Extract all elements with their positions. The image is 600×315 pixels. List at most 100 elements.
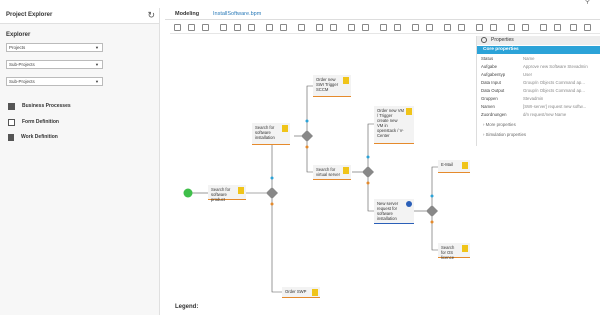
- print-icon[interactable]: [522, 24, 529, 31]
- task-order-vm[interactable]: Order new VM / Trigger create new VM in …: [374, 106, 414, 144]
- projects-select[interactable]: Projects ▼: [6, 43, 103, 52]
- property-row[interactable]: Aufgabe Approve new Software Stevadmin: [477, 63, 600, 71]
- task-search-os-licence[interactable]: Search for OS licence: [438, 243, 470, 260]
- save-icon[interactable]: [508, 24, 515, 31]
- fullscreen-icon[interactable]: [554, 24, 561, 31]
- task-label: New server request for software installa…: [377, 201, 399, 221]
- gateway-1[interactable]: [266, 187, 278, 199]
- project-explorer-panel: Project Explorer ↻ Explorer Projects ▼ S…: [0, 8, 160, 315]
- layout-icon[interactable]: [412, 24, 419, 31]
- document-icon: [343, 167, 349, 174]
- property-key: Status: [481, 56, 494, 61]
- property-key: Zuordnungen: [481, 112, 507, 117]
- property-value: [SWI-server] request new softw...: [523, 104, 587, 109]
- document-icon: [462, 162, 468, 169]
- subprojects-select-1[interactable]: Sub-Projects ▼: [6, 60, 103, 69]
- pan-tool-icon[interactable]: [188, 24, 195, 31]
- gateway-2[interactable]: [301, 130, 313, 142]
- document-icon: [238, 187, 244, 194]
- align-icon[interactable]: [316, 24, 323, 31]
- property-row[interactable]: Gruppen Stevadmin: [477, 95, 600, 103]
- delete-icon[interactable]: [298, 24, 305, 31]
- cut-icon[interactable]: [220, 24, 227, 31]
- more-properties-label: More properties: [485, 122, 516, 127]
- start-event[interactable]: [183, 188, 193, 198]
- task-search-installation[interactable]: Search for software installation: [252, 123, 290, 145]
- distribute-icon[interactable]: [330, 24, 337, 31]
- property-key: Aufgabe: [481, 64, 498, 69]
- redo-icon[interactable]: [280, 24, 287, 31]
- nav-label: Form Definition: [22, 119, 59, 125]
- form-icon: [8, 118, 15, 126]
- document-icon: [343, 77, 349, 84]
- group-icon[interactable]: [348, 24, 355, 31]
- copy-icon[interactable]: [234, 24, 241, 31]
- simulate-icon[interactable]: [490, 24, 497, 31]
- undo-icon[interactable]: [266, 24, 273, 31]
- nav-business-processes[interactable]: Business Processes: [8, 101, 71, 111]
- properties-header[interactable]: Properties: [477, 36, 600, 45]
- nav-work-definition[interactable]: Work Definition: [8, 132, 58, 142]
- nav-form-definition[interactable]: Form Definition: [8, 117, 59, 127]
- property-row[interactable]: Data Input Group/n Objects Command ap...: [477, 79, 600, 87]
- validate-icon[interactable]: [476, 24, 483, 31]
- document-icon: [8, 133, 14, 141]
- panel-header: Project Explorer ↻: [0, 8, 159, 24]
- tab-modeling[interactable]: Modeling: [175, 11, 199, 17]
- task-label: Search for software product: [211, 187, 231, 202]
- property-value: Approve new Software Stevadmin: [523, 64, 588, 69]
- task-order-swp[interactable]: Order SWP: [282, 287, 320, 298]
- simulation-properties-label: Simulation properties: [485, 132, 526, 137]
- select-value: Sub-Projects: [9, 79, 35, 84]
- property-value: Stevadmin: [523, 96, 544, 101]
- property-value: Name: [523, 56, 535, 61]
- paste-icon[interactable]: [248, 24, 255, 31]
- core-properties-header[interactable]: Core properties: [477, 46, 600, 54]
- panel-title: Project Explorer: [6, 12, 53, 18]
- ungroup-icon[interactable]: [362, 24, 369, 31]
- zoom-in-icon[interactable]: [380, 24, 387, 31]
- properties-title: Properties: [491, 37, 514, 43]
- document-icon: [462, 245, 468, 252]
- task-search-product[interactable]: Search for software product: [208, 185, 246, 202]
- property-key: Namen: [481, 104, 495, 109]
- export-icon[interactable]: [458, 24, 465, 31]
- refresh-icon[interactable]: ↻: [147, 10, 155, 21]
- property-row[interactable]: Namen [SWI-server] request new softw...: [477, 103, 600, 111]
- subprojects-select-2[interactable]: Sub-Projects ▼: [6, 77, 103, 86]
- property-row[interactable]: Status Name: [477, 55, 600, 63]
- gateway-4[interactable]: [426, 205, 438, 217]
- zoom-out-icon[interactable]: [394, 24, 401, 31]
- search-icon[interactable]: ⚲: [585, 0, 590, 5]
- help-icon[interactable]: [570, 24, 577, 31]
- select-tool-icon[interactable]: [174, 24, 181, 31]
- core-properties-label: Core properties: [483, 47, 519, 52]
- color-icon[interactable]: [426, 24, 433, 31]
- task-label: Order SWP: [285, 289, 307, 294]
- more-properties-toggle[interactable]: › More properties: [483, 122, 516, 127]
- dropdown-arrow-icon: ▼: [95, 62, 99, 67]
- property-row[interactable]: Aufgabentyp User: [477, 71, 600, 79]
- task-new-server-request[interactable]: New server request for software installa…: [374, 199, 414, 224]
- building-icon: [8, 102, 15, 110]
- select-value: Projects: [9, 45, 26, 50]
- tab-file[interactable]: InstallSoftware.bpm: [213, 11, 261, 17]
- property-key: Data Input: [481, 80, 501, 85]
- simulation-properties-toggle[interactable]: › Simulation properties: [483, 132, 526, 137]
- document-icon: [282, 125, 288, 132]
- task-order-swi[interactable]: Order new SWI Trigger SCCM: [313, 75, 351, 97]
- task-label: Order new SWI Trigger SCCM: [316, 77, 339, 92]
- top-bar: ⚲: [0, 0, 600, 8]
- task-search-virtual-server[interactable]: Search for virtual server: [313, 165, 351, 180]
- lasso-tool-icon[interactable]: [202, 24, 209, 31]
- import-icon[interactable]: [444, 24, 451, 31]
- select-value: Sub-Projects: [9, 62, 35, 67]
- settings-icon[interactable]: [540, 24, 547, 31]
- property-row[interactable]: Data Output Group/n Objects Command ap...: [477, 87, 600, 95]
- task-email[interactable]: E-Mail: [438, 160, 470, 173]
- task-label: Search for OS licence: [441, 245, 455, 260]
- collapse-icon[interactable]: [584, 24, 591, 31]
- gateway-3[interactable]: [362, 166, 374, 178]
- user-icon: [406, 201, 412, 207]
- property-row[interactable]: Zuordnungen d/n request/new Name: [477, 111, 600, 119]
